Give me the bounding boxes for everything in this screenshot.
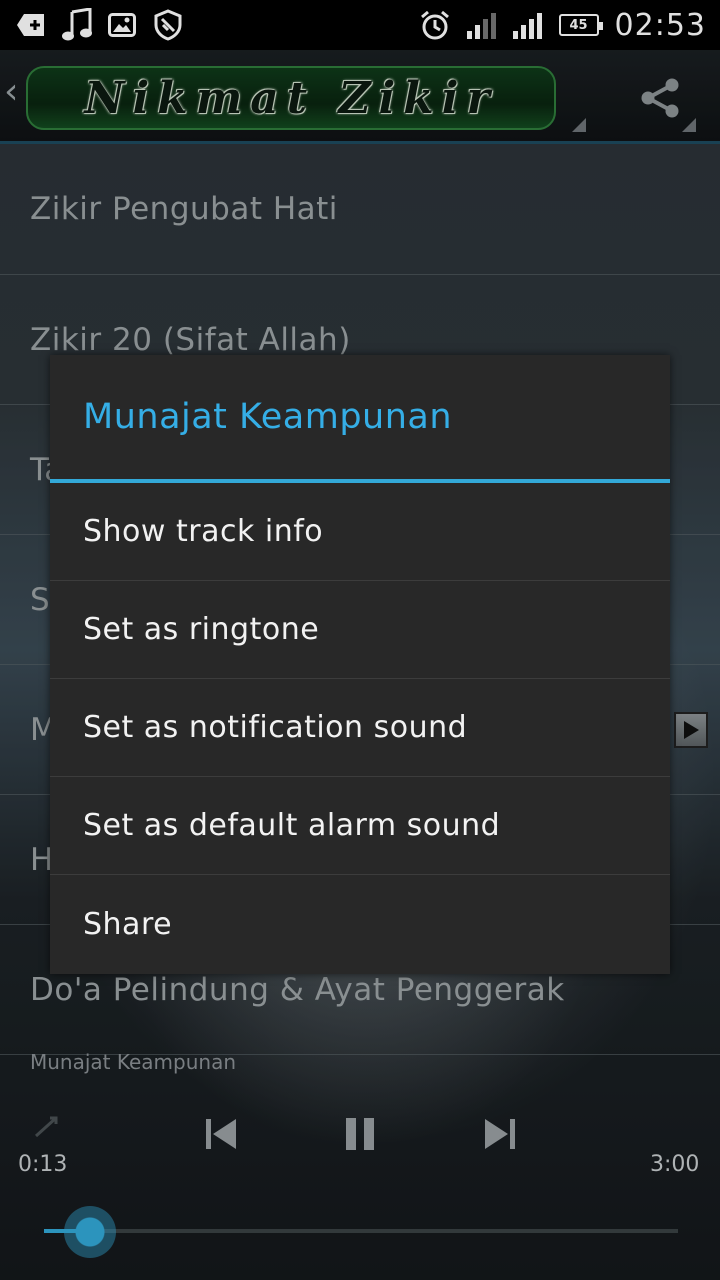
menu-item-set-notification-sound[interactable]: Set as notification sound [50, 679, 670, 777]
context-menu-dialog: Munajat Keampunan Show track info Set as… [50, 355, 670, 974]
menu-item-set-ringtone[interactable]: Set as ringtone [50, 581, 670, 679]
menu-item-share[interactable]: Share [50, 875, 670, 973]
dialog-title: Munajat Keampunan [50, 355, 670, 483]
menu-item-show-track-info[interactable]: Show track info [50, 483, 670, 581]
menu-item-set-alarm-sound[interactable]: Set as default alarm sound [50, 777, 670, 875]
